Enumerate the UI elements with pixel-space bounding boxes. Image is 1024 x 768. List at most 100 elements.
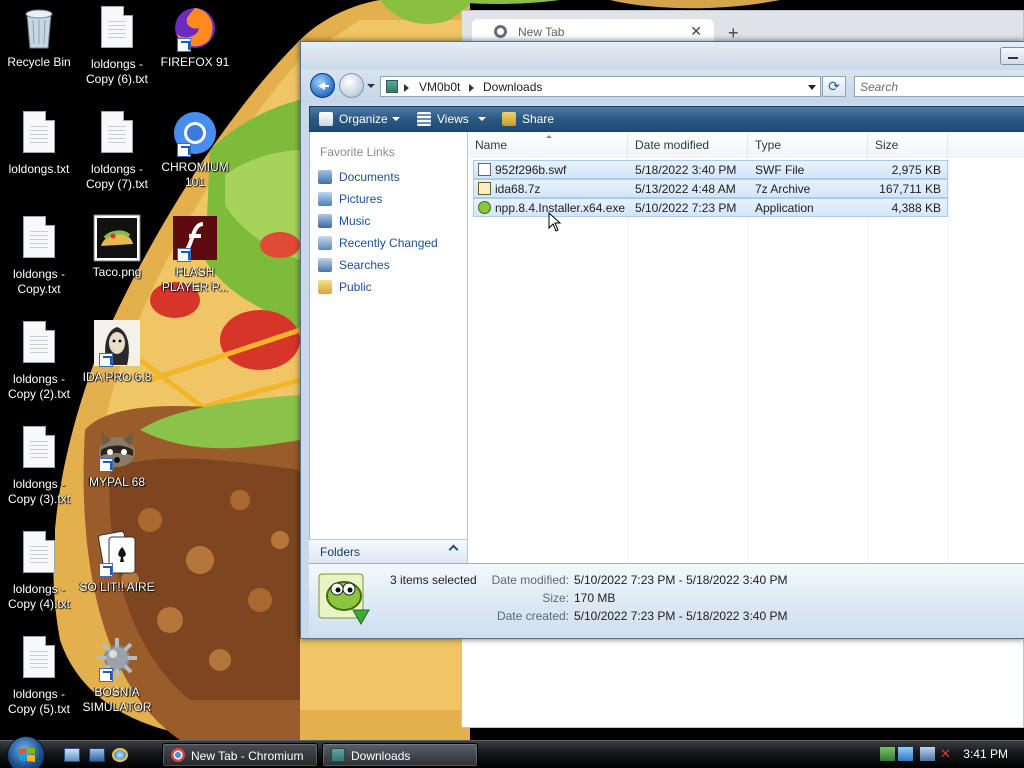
file-type: SWF File: [755, 163, 805, 177]
chromium-tab-new-tab[interactable]: New Tab ✕: [472, 19, 714, 43]
address-row: VM0b0t Downloads ⟳ Search: [301, 70, 1024, 102]
breadcrumb-vm0b0t[interactable]: VM0b0t: [419, 80, 460, 94]
favorite-link-public[interactable]: Public: [318, 278, 463, 296]
table-row[interactable]: 952f296b.swf 5/18/2022 3:40 PM SWF File 2,9…: [473, 160, 948, 179]
recent-pages-dropdown-icon[interactable]: [367, 84, 375, 88]
tab-title: New Tab: [518, 25, 565, 39]
desktop-icon[interactable]: CHROMIUM 101: [156, 109, 234, 190]
location-icon: [386, 80, 398, 93]
file-date-modified: 5/13/2022 4:48 AM: [635, 182, 736, 196]
desktop-icon[interactable]: FLASH PLAYER P...: [156, 214, 234, 295]
back-button[interactable]: [310, 73, 335, 98]
column-header-type[interactable]: Type: [748, 132, 868, 158]
show-desktop-icon[interactable]: [64, 748, 80, 762]
desktop-icon-label: SO LIT!! AIRE: [79, 580, 155, 594]
shortcut-arrow-icon: [177, 143, 191, 157]
column-header-date-modified[interactable]: Date modified: [628, 132, 748, 158]
explorer-titlebar[interactable]: [301, 42, 1024, 70]
views-dropdown-icon[interactable]: [478, 117, 486, 121]
archive-file-icon: [478, 182, 491, 195]
start-button[interactable]: [7, 736, 45, 768]
forward-button[interactable]: [339, 73, 364, 98]
desktop-icon[interactable]: loldongs - Copy (3).txt: [0, 424, 78, 507]
favorite-link-label: Pictures: [339, 192, 383, 206]
desktop-icon[interactable]: MYPAL 68: [78, 424, 156, 490]
monitor-icon[interactable]: [898, 747, 913, 761]
explorer-window[interactable]: VM0b0t Downloads ⟳ Search Organize Views…: [300, 41, 1024, 639]
desktop-icon[interactable]: IDA PRO 6.8: [78, 319, 156, 385]
favorite-link-recently-changed[interactable]: Recently Changed: [318, 234, 463, 252]
address-bar[interactable]: VM0b0t Downloads: [380, 76, 821, 97]
file-list-pane: Name Date modified Type Size 952f296b.sw…: [467, 132, 1024, 563]
recently-changed-icon: [318, 236, 332, 250]
desktop-icon-label: FLASH PLAYER P...: [161, 265, 229, 294]
address-dropdown-icon[interactable]: [808, 85, 816, 90]
network-icon[interactable]: [880, 747, 895, 761]
share-button[interactable]: Share: [522, 111, 554, 127]
new-tab-icon[interactable]: +: [728, 24, 739, 42]
music-icon: [318, 214, 332, 228]
desktop-icon[interactable]: loldongs - Copy (6).txt: [78, 4, 156, 87]
file-type: 7z Archive: [755, 182, 811, 196]
desktop-icon[interactable]: loldongs - Copy (5).txt: [0, 634, 78, 717]
taskbar-button-downloads[interactable]: Downloads: [322, 743, 478, 767]
favorite-link-pictures[interactable]: Pictures: [318, 190, 463, 208]
desktop-icon[interactable]: loldongs - Copy (7).txt: [78, 109, 156, 192]
close-tab-icon[interactable]: ✕: [690, 23, 702, 40]
desktop-icon[interactable]: loldongs.txt: [0, 109, 78, 177]
ida-pro-icon: [93, 319, 141, 367]
favorite-link-label: Searches: [339, 258, 390, 272]
desktop-icon[interactable]: loldongs - Copy (4).txt: [0, 529, 78, 612]
chevron-up-icon[interactable]: [448, 544, 459, 555]
desktop-icon[interactable]: Taco.png: [78, 214, 156, 280]
desktop-icon-label: MYPAL 68: [88, 475, 146, 489]
organize-dropdown-icon[interactable]: [392, 117, 400, 121]
date-created-value: 5/10/2022 7:23 PM - 5/18/2022 3:40 PM: [574, 609, 788, 623]
refresh-button[interactable]: ⟳: [822, 76, 846, 97]
desktop-icon-label: FIREFOX 91: [160, 55, 230, 69]
desktop-icon[interactable]: Recycle Bin: [0, 4, 78, 70]
internet-explorer-icon[interactable]: [112, 748, 128, 762]
text-file-icon: [15, 531, 63, 579]
desktop-icon-label: loldongs - Copy (5).txt: [7, 687, 70, 716]
table-row[interactable]: ida68.7z 5/13/2022 4:48 AM 7z Archive 167,7…: [473, 179, 948, 198]
desktop-icon[interactable]: loldongs - Copy (2).txt: [0, 319, 78, 402]
search-input[interactable]: Search: [854, 76, 1024, 97]
favorite-link-searches[interactable]: Searches: [318, 256, 463, 274]
solitaire-icon: [93, 529, 141, 577]
desktop-icon[interactable]: loldongs - Copy.txt: [0, 214, 78, 297]
desktop-icon[interactable]: BOSNIA SIMULATOR: [78, 634, 156, 715]
breadcrumb-downloads[interactable]: Downloads: [483, 80, 542, 94]
clock[interactable]: 3:41 PM: [963, 747, 1008, 761]
volume-muted-icon[interactable]: ✕: [938, 747, 953, 761]
organize-button[interactable]: Organize: [339, 111, 388, 127]
desktop-icon-label: loldongs - Copy (4).txt: [7, 582, 70, 611]
shortcut-arrow-icon: [99, 563, 113, 577]
file-date-modified: 5/18/2022 3:40 PM: [635, 163, 737, 177]
column-header-size[interactable]: Size: [868, 132, 948, 158]
breadcrumb-chevron-icon[interactable]: [404, 84, 409, 92]
folders-toggle[interactable]: Folders: [309, 539, 467, 563]
shortcut-arrow-icon: [99, 668, 113, 682]
column-divider: [948, 158, 949, 563]
display-icon[interactable]: [920, 747, 935, 761]
column-divider: [748, 158, 749, 563]
switch-windows-icon[interactable]: [89, 748, 105, 762]
mouse-cursor-icon: [548, 212, 562, 232]
desktop-icon[interactable]: SO LIT!! AIRE: [78, 529, 156, 595]
taskbar-button-chromium[interactable]: New Tab - Chromium: [162, 743, 318, 767]
favorite-link-music[interactable]: Music: [318, 212, 463, 230]
minimize-button[interactable]: [1000, 47, 1024, 65]
desktop-icon[interactable]: FIREFOX 91: [156, 4, 234, 70]
table-row[interactable]: npp.8.4.Installer.x64.exe 5/10/2022 7:23 …: [473, 198, 948, 217]
bosnia-simulator-icon: [93, 634, 141, 682]
folder-icon: [331, 748, 345, 762]
favorite-link-label: Public: [339, 280, 372, 294]
column-header-name[interactable]: Name: [468, 132, 628, 158]
desktop-icon-label: Taco.png: [92, 265, 142, 279]
date-created-label: Date created:: [496, 609, 569, 623]
shortcut-arrow-icon: [99, 458, 113, 472]
breadcrumb-chevron-icon[interactable]: [469, 84, 474, 92]
views-button[interactable]: Views: [437, 111, 469, 127]
favorite-link-documents[interactable]: Documents: [318, 168, 463, 186]
